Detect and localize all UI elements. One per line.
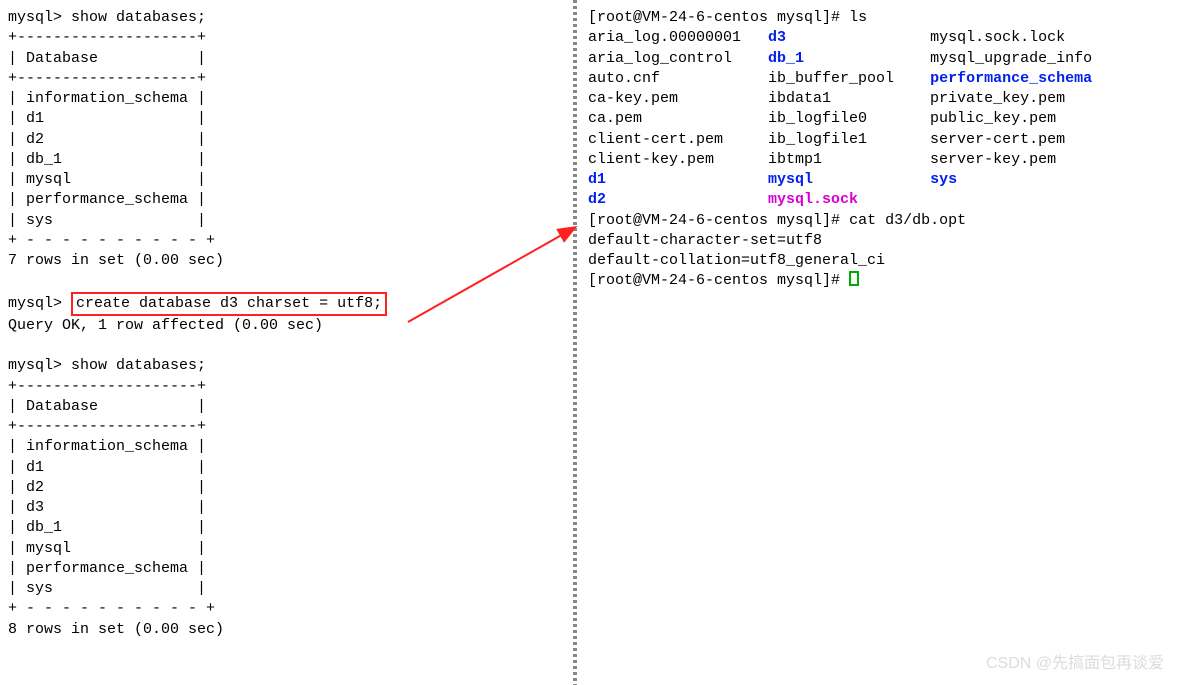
shell-terminal[interactable]: [root@VM-24-6-centos mysql]# ls aria_log… <box>580 4 1180 296</box>
file-content-line: default-collation=utf8_general_ci <box>588 252 885 269</box>
table-output: +--------------------+ | Database | +---… <box>8 29 215 249</box>
sql-command: show databases; <box>71 9 206 26</box>
result-footer: 7 rows in set (0.00 sec) <box>8 252 224 269</box>
pane-separator <box>573 0 577 685</box>
table-output: +--------------------+ | Database | +---… <box>8 378 215 618</box>
shell-prompt: [root@VM-24-6-centos mysql]# <box>588 9 840 26</box>
ls-row: d2 mysql.sock <box>588 191 1110 208</box>
shell-command: cat d3/db.opt <box>849 212 966 229</box>
file-content-line: default-character-set=utf8 <box>588 232 822 249</box>
sql-command: show databases; <box>71 357 206 374</box>
ls-row: ca.pem ib_logfile0 public_key.pem <box>588 110 1110 127</box>
highlighted-command: create database d3 charset = utf8; <box>71 292 387 316</box>
ls-row: client-cert.pem ib_logfile1 server-cert.… <box>588 131 1110 148</box>
mysql-terminal[interactable]: mysql> show databases; +----------------… <box>0 4 570 644</box>
query-result: Query OK, 1 row affected (0.00 sec) <box>8 317 323 334</box>
watermark: CSDN @先搞面包再谈爱 <box>986 653 1164 675</box>
cursor[interactable] <box>849 271 859 286</box>
mysql-prompt: mysql> <box>8 9 62 26</box>
ls-row: aria_log_control db_1 mysql_upgrade_info <box>588 50 1110 67</box>
result-footer: 8 rows in set (0.00 sec) <box>8 621 224 638</box>
ls-row: aria_log.00000001 d3 mysql.sock.lock <box>588 29 1110 46</box>
shell-prompt: [root@VM-24-6-centos mysql]# <box>588 272 840 289</box>
ls-row: d1 mysql sys <box>588 171 1110 188</box>
mysql-prompt: mysql> <box>8 295 62 312</box>
ls-row: auto.cnf ib_buffer_pool performance_sche… <box>588 70 1110 87</box>
mysql-prompt: mysql> <box>8 357 62 374</box>
shell-prompt: [root@VM-24-6-centos mysql]# <box>588 212 840 229</box>
shell-command: ls <box>849 9 867 26</box>
ls-row: ca-key.pem ibdata1 private_key.pem <box>588 90 1110 107</box>
ls-row: client-key.pem ibtmp1 server-key.pem <box>588 151 1110 168</box>
